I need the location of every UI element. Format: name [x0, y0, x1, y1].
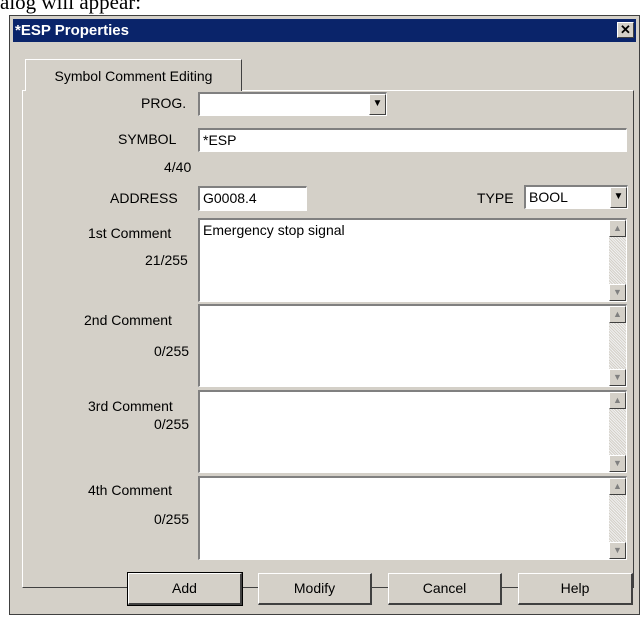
prog-label: PROG. [141, 95, 187, 111]
type-label: TYPE [477, 190, 514, 206]
address-label: ADDRESS [110, 190, 178, 206]
close-icon[interactable]: ✕ [617, 22, 634, 38]
vertical-scrollbar[interactable]: ▲ ▼ [609, 306, 626, 386]
comment-1-count: 21/255 [145, 252, 188, 268]
cancel-button[interactable]: Cancel [388, 573, 502, 605]
scroll-down-icon[interactable]: ▼ [609, 455, 626, 472]
tab-symbol-comment-editing[interactable]: Symbol Comment Editing [25, 59, 242, 91]
comment-1-field[interactable]: Emergency stop signal ▲ ▼ [198, 218, 627, 302]
modify-button[interactable]: Modify [258, 573, 372, 605]
vertical-scrollbar[interactable]: ▲ ▼ [609, 392, 626, 472]
scroll-up-icon[interactable]: ▲ [609, 478, 626, 495]
comment-3-count: 0/255 [154, 416, 190, 432]
comment-3-field[interactable]: ▲ ▼ [198, 390, 627, 473]
symbol-count: 4/40 [164, 159, 192, 175]
add-button[interactable]: Add [127, 572, 243, 606]
symbol-field[interactable]: *ESP [198, 128, 627, 152]
comment-4-label: 4th Comment [88, 482, 173, 498]
scroll-down-icon[interactable]: ▼ [609, 542, 626, 559]
comment-2-field[interactable]: ▲ ▼ [198, 304, 627, 387]
prog-select[interactable]: ▼ [198, 92, 387, 116]
scroll-up-icon[interactable]: ▲ [609, 306, 626, 323]
comment-1-label: 1st Comment [88, 225, 172, 241]
comment-3-label: 3rd Comment [88, 398, 173, 414]
help-button[interactable]: Help [518, 573, 633, 605]
comment-4-count: 0/255 [154, 511, 190, 527]
document-text-fragment: alog will appear: [0, 0, 142, 14]
scroll-down-icon[interactable]: ▼ [609, 369, 626, 386]
comment-4-field[interactable]: ▲ ▼ [198, 476, 627, 560]
esp-properties-dialog: *ESP Properties ✕ Symbol Comment Editing… [9, 15, 640, 615]
title-bar: *ESP Properties ✕ [13, 19, 636, 42]
symbol-label: SYMBOL [118, 131, 177, 147]
scroll-up-icon[interactable]: ▲ [609, 392, 626, 409]
scroll-down-icon[interactable]: ▼ [609, 284, 626, 301]
chevron-down-icon[interactable]: ▼ [369, 94, 386, 115]
vertical-scrollbar[interactable]: ▲ ▼ [609, 220, 626, 301]
dialog-title: *ESP Properties [15, 22, 129, 39]
address-field[interactable]: G0008.4 [198, 186, 307, 211]
comment-2-count: 0/255 [154, 343, 190, 359]
scroll-up-icon[interactable]: ▲ [609, 220, 626, 237]
vertical-scrollbar[interactable]: ▲ ▼ [609, 478, 626, 559]
comment-2-label: 2nd Comment [84, 312, 172, 328]
chevron-down-icon[interactable]: ▼ [610, 187, 627, 208]
type-select[interactable]: BOOL ▼ [524, 185, 628, 209]
